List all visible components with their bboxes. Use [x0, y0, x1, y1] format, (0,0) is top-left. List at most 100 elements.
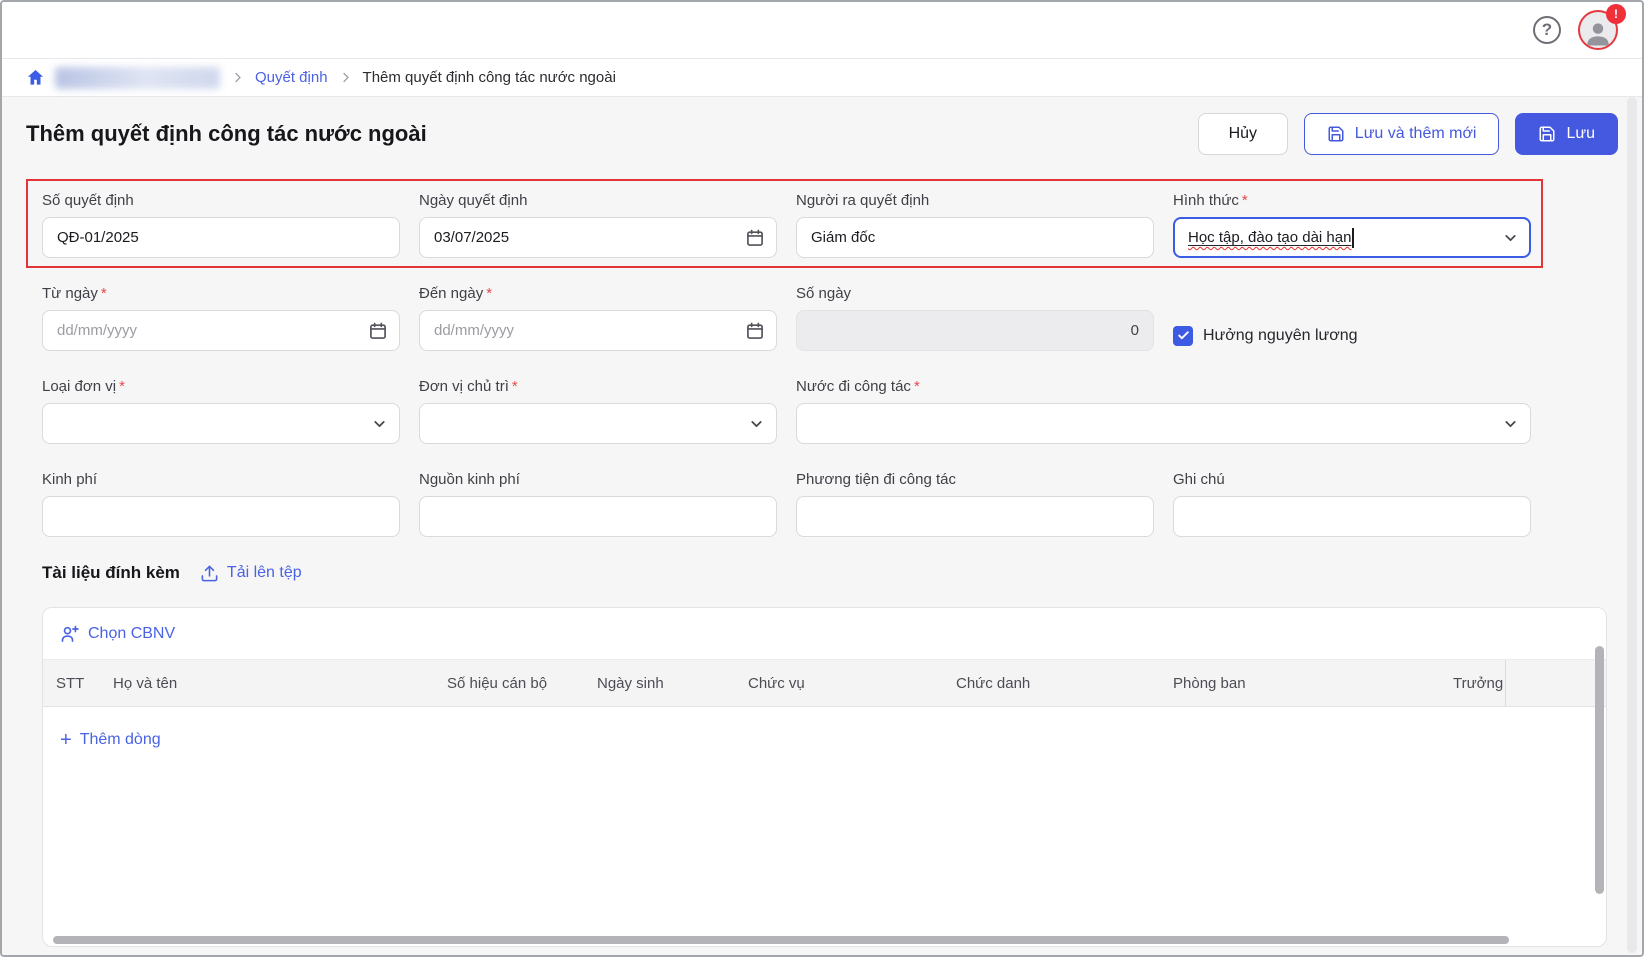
ghi-chu-input[interactable] — [1173, 496, 1531, 537]
save-button[interactable]: Lưu — [1515, 113, 1618, 155]
field-label: Người ra quyết định — [796, 191, 1154, 211]
field-den-ngay: Đến ngày* — [419, 284, 777, 351]
so-ngay-input — [796, 310, 1154, 351]
save-label: Lưu — [1566, 125, 1595, 143]
table-body: + Thêm dòng — [43, 707, 1606, 751]
breadcrumb-item-blurred[interactable] — [55, 67, 220, 89]
field-tu-ngay: Từ ngày* — [42, 284, 400, 351]
field-label: Đơn vị chủ trì — [419, 378, 509, 395]
breadcrumb: Quyết định Thêm quyết định công tác nước… — [2, 59, 1642, 97]
required-marker: * — [914, 378, 920, 395]
column-header-chuc-danh: Chức danh — [943, 660, 1160, 706]
field-ghi-chu: Ghi chú — [1173, 470, 1531, 537]
nuoc-di-cong-tac-select[interactable] — [796, 403, 1531, 444]
main-content: Thêm quyết định công tác nước ngoài Hủy … — [2, 97, 1642, 955]
upload-file-button[interactable]: Tải lên tệp — [200, 564, 302, 583]
column-header-ngay-sinh: Ngày sinh — [584, 660, 735, 706]
nguoi-ra-quyet-dinh-input[interactable] — [796, 217, 1154, 258]
select-employee-label: Chọn CBNV — [88, 625, 175, 643]
user-menu[interactable]: ! — [1578, 10, 1618, 50]
column-header-truong-doan: Trưởng đoàn — [1440, 660, 1505, 706]
field-label: Từ ngày — [42, 285, 98, 302]
notification-badge: ! — [1606, 4, 1626, 24]
field-loai-don-vi: Loại đơn vị* — [42, 377, 400, 444]
add-row-label: Thêm dòng — [80, 731, 161, 749]
field-hinh-thuc: Hình thức* Học tập, đào tạo dài hạn — [1173, 191, 1531, 258]
plus-icon: + — [60, 732, 72, 748]
table-vertical-scrollbar[interactable] — [1595, 646, 1604, 894]
ngay-quyet-dinh-input[interactable] — [419, 217, 777, 258]
breadcrumb-item-quyet-dinh[interactable]: Quyết định — [255, 69, 328, 86]
save-and-new-label: Lưu và thêm mới — [1355, 125, 1477, 143]
required-marker: * — [101, 285, 107, 302]
topbar: ? ! — [2, 2, 1642, 59]
field-label: Ghi chú — [1173, 470, 1531, 490]
save-icon — [1538, 125, 1556, 143]
loai-don-vi-select[interactable] — [42, 403, 400, 444]
chevron-right-icon — [230, 70, 245, 85]
checkbox-label: Hưởng nguyên lương — [1203, 327, 1358, 345]
field-label: Số quyết định — [42, 191, 400, 211]
page-scrollbar[interactable] — [1627, 97, 1637, 953]
field-ngay-quyet-dinh: Ngày quyết định — [419, 191, 777, 258]
column-header-ho-va-ten: Họ và tên — [100, 660, 434, 706]
don-vi-chu-tri-select[interactable] — [419, 403, 777, 444]
phuong-tien-input[interactable] — [796, 496, 1154, 537]
field-phuong-tien: Phương tiện đi công tác — [796, 470, 1154, 537]
field-huong-nguyen-luong[interactable]: Hưởng nguyên lương — [1173, 284, 1531, 351]
upload-label: Tải lên tệp — [227, 564, 302, 582]
table-horizontal-scrollbar[interactable] — [53, 936, 1509, 944]
column-header-chuc-vu: Chức vụ — [735, 660, 943, 706]
employee-table-card: Chọn CBNV STT Họ và tên Số hiệu cán bộ N… — [42, 607, 1607, 947]
field-label: Phương tiện đi công tác — [796, 470, 1154, 490]
required-marker: * — [119, 378, 125, 395]
hinh-thuc-value: Học tập, đào tạo dài hạn — [1188, 229, 1351, 246]
decision-form: Số quyết định Ngày quyết định Ngư — [42, 191, 1531, 537]
column-header-phong-ban: Phòng ban — [1160, 660, 1440, 706]
person-add-icon — [60, 624, 80, 644]
attachments-title: Tài liệu đính kèm — [42, 563, 180, 583]
kinh-phi-input[interactable] — [42, 496, 400, 537]
field-label: Kinh phí — [42, 470, 400, 490]
nguon-kinh-phi-input[interactable] — [419, 496, 777, 537]
check-icon — [1177, 329, 1190, 342]
field-don-vi-chu-tri: Đơn vị chủ trì* — [419, 377, 777, 444]
field-so-ngay: Số ngày — [796, 284, 1154, 351]
cancel-button[interactable]: Hủy — [1198, 113, 1288, 155]
tu-ngay-input[interactable] — [42, 310, 400, 351]
field-nuoc-di-cong-tac: Nước đi công tác* — [796, 377, 1531, 444]
table-header-row: STT Họ và tên Số hiệu cán bộ Ngày sinh C… — [43, 660, 1606, 707]
field-label: Ngày quyết định — [419, 191, 777, 211]
chevron-right-icon — [338, 70, 353, 85]
field-label: Nước đi công tác — [796, 378, 911, 395]
field-label: Nguồn kinh phí — [419, 470, 777, 490]
breadcrumb-current: Thêm quyết định công tác nước ngoài — [363, 69, 616, 86]
save-icon — [1327, 125, 1345, 143]
field-nguon-kinh-phi: Nguồn kinh phí — [419, 470, 777, 537]
field-label: Hình thức — [1173, 192, 1239, 209]
app-window: ? ! Quyết định Thêm quyết định công tác … — [0, 0, 1644, 957]
save-and-new-button[interactable]: Lưu và thêm mới — [1304, 113, 1500, 155]
field-label: Đến ngày — [419, 285, 483, 302]
so-quyet-dinh-input[interactable] — [42, 217, 400, 258]
column-header-stt: STT — [43, 660, 100, 706]
field-nguoi-ra-quyet-dinh: Người ra quyết định — [796, 191, 1154, 258]
field-label: Số ngày — [796, 284, 1154, 304]
column-header-so-hieu: Số hiệu cán bộ — [434, 660, 584, 706]
home-icon[interactable] — [26, 68, 45, 87]
required-marker: * — [486, 285, 492, 302]
upload-icon — [200, 564, 219, 583]
field-label: Loại đơn vị — [42, 378, 116, 395]
den-ngay-input[interactable] — [419, 310, 777, 351]
page-title: Thêm quyết định công tác nước ngoài — [26, 121, 427, 147]
hinh-thuc-combobox[interactable]: Học tập, đào tạo dài hạn — [1173, 217, 1531, 258]
select-employee-button[interactable]: Chọn CBNV — [60, 624, 175, 644]
person-icon — [1583, 18, 1613, 48]
help-button[interactable]: ? — [1533, 16, 1561, 44]
field-kinh-phi: Kinh phí — [42, 470, 400, 537]
required-marker: * — [512, 378, 518, 395]
add-row-button[interactable]: + Thêm dòng — [60, 731, 161, 749]
help-icon: ? — [1542, 20, 1552, 40]
action-buttons: Hủy Lưu và thêm mới Lưu — [1198, 113, 1618, 155]
checkbox-checked[interactable] — [1173, 326, 1193, 346]
